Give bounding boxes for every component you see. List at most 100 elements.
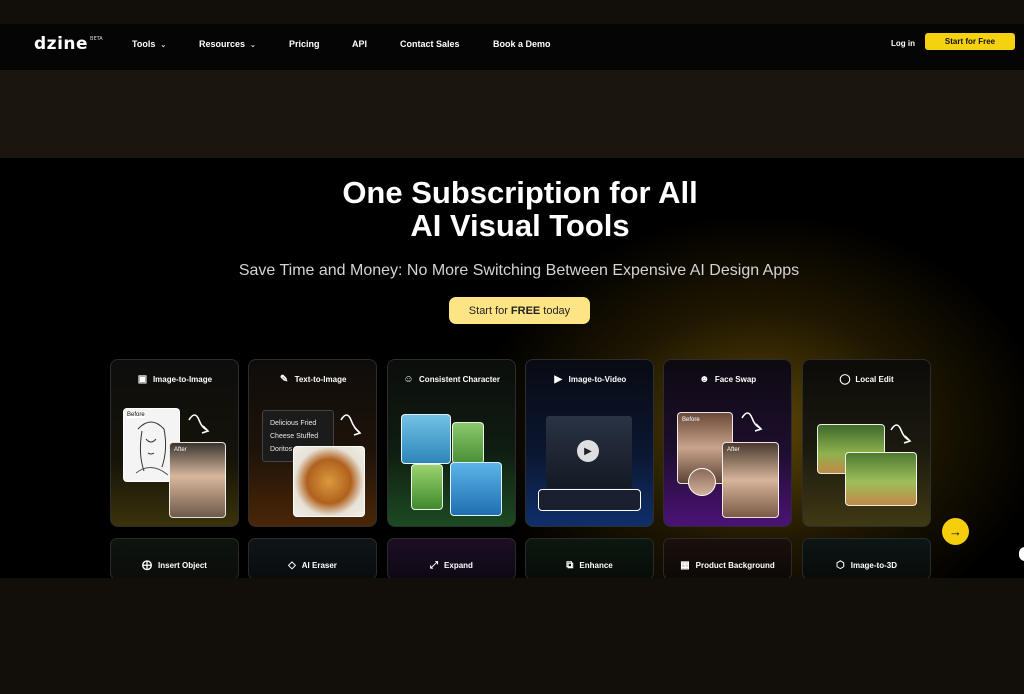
face-icon: ☻ [699, 374, 710, 385]
hero-title-line2: AI Visual Tools [410, 208, 630, 243]
product-background-icon: ▦ [680, 560, 690, 571]
tool-title: Product Background [695, 561, 775, 570]
before-tag: Before [682, 417, 700, 423]
hero-title: One Subscription for All AI Visual Tools [0, 176, 1024, 242]
eraser-icon: ◇ [288, 560, 296, 571]
tool-ai-eraser-label: ◇ AI Eraser [288, 552, 337, 579]
insert-object-icon: ⨁ [142, 560, 153, 571]
nav-tools[interactable]: Tools ⌄ [132, 39, 166, 49]
dzine-logo[interactable]: dzine BETA [34, 34, 103, 54]
chevron-down-icon: ⌄ [160, 42, 167, 49]
video-frame: ▶ [546, 416, 632, 488]
login-link[interactable]: Log in [891, 39, 915, 48]
prompt-line: Cheese Stuffed [270, 433, 319, 440]
bottom-band [0, 578, 1024, 694]
nav-resources-label: Resources [199, 39, 246, 49]
cta-prefix: Start for [468, 304, 508, 317]
after-face-image: After [722, 442, 779, 518]
nav-resources[interactable]: Resources ⌄ [199, 39, 256, 49]
tool-image-to-3d-label: ⬡ Image-to-3D [836, 552, 897, 579]
cta-suffix: today [543, 304, 571, 317]
text-icon: ✎ [279, 374, 289, 385]
source-face-avatar [688, 468, 716, 496]
card-text-to-image[interactable]: ✎ Text-to-Image Delicious Fried Cheese S… [248, 359, 377, 527]
card-title: Image-to-Video [568, 375, 627, 384]
video-timeline[interactable] [538, 489, 641, 511]
nav-api[interactable]: API [352, 39, 367, 49]
food-image [293, 446, 365, 517]
tool-title: Image-to-3D [850, 561, 897, 570]
card-label: ▶ Image-to-Video [526, 374, 653, 385]
top-nav: dzine BETA Tools ⌄ Resources ⌄ Pricing API … [0, 24, 1024, 70]
card-label: ◯ Local Edit [803, 374, 930, 385]
logo-text: dzine [34, 34, 89, 54]
next-arrow-button[interactable]: → [942, 518, 969, 545]
enhance-icon: ⧉ [566, 560, 574, 571]
character-photo-3 [411, 464, 443, 510]
nav-tools-label: Tools [132, 39, 156, 49]
tool-insert-object-label: ⨁ Insert Object [142, 552, 207, 579]
hero-title-line1: One Subscription for All [342, 175, 698, 210]
nav-pricing[interactable]: Pricing [289, 39, 320, 49]
tool-insert-object[interactable]: ⨁ Insert Object [110, 538, 239, 580]
tool-expand-label: ⤢ Expand [430, 552, 473, 579]
nav-book-demo[interactable]: Book a Demo [493, 39, 551, 49]
card-title: Text-to-Image [294, 375, 347, 384]
tool-enhance[interactable]: ⧉ Enhance [525, 538, 654, 580]
card-consistent-character[interactable]: ☺ Consistent Character [387, 359, 516, 527]
tool-title: AI Eraser [301, 561, 337, 570]
tool-product-background[interactable]: ▦ Product Background [663, 538, 792, 580]
before-tag: Before [127, 412, 145, 418]
upper-band [0, 70, 1024, 158]
tool-ai-eraser[interactable]: ◇ AI Eraser [248, 538, 377, 580]
card-image-to-video[interactable]: ▶ Image-to-Video ▶ [525, 359, 654, 527]
local-edit-icon: ◯ [839, 374, 851, 385]
arrow-icon [890, 424, 912, 444]
card-title: Local Edit [855, 375, 894, 384]
tool-title: Expand [444, 561, 473, 570]
dog-photo-after [845, 452, 917, 506]
logo-badge: BETA [90, 36, 103, 42]
character-icon: ☺ [403, 374, 414, 385]
cta-bold: FREE [510, 304, 541, 317]
after-tag: After [174, 447, 187, 453]
expand-icon: ⤢ [430, 560, 439, 571]
character-photo-1 [401, 414, 451, 464]
prompt-line: Delicious Fried [270, 420, 317, 427]
start-for-free-button[interactable]: Start for Free [925, 33, 1015, 50]
arrow-icon [340, 414, 362, 436]
card-face-swap[interactable]: ☻ Face Swap Before After [663, 359, 792, 527]
after-tag: After [727, 447, 740, 453]
tool-expand[interactable]: ⤢ Expand [387, 538, 516, 580]
card-label: ☺ Consistent Character [388, 374, 515, 385]
tool-title: Enhance [579, 561, 613, 570]
after-image: After [169, 442, 226, 518]
card-label: ▣ Image-to-Image [111, 374, 238, 385]
image-icon: ▣ [137, 374, 148, 385]
cube-icon: ⬡ [836, 560, 845, 571]
side-scroll-handle[interactable] [1019, 547, 1024, 561]
card-title: Image-to-Image [152, 375, 213, 384]
card-title: Face Swap [714, 375, 757, 384]
tool-enhance-label: ⧉ Enhance [566, 552, 612, 579]
card-label: ✎ Text-to-Image [249, 374, 376, 385]
nav-contact-sales[interactable]: Contact Sales [400, 39, 460, 49]
top-band [0, 0, 1024, 24]
start-free-today-button[interactable]: Start for FREE today [449, 297, 590, 324]
card-image-to-image[interactable]: ▣ Image-to-Image Before After [110, 359, 239, 527]
character-photo-2 [452, 422, 484, 464]
tool-product-background-label: ▦ Product Background [680, 552, 775, 579]
card-local-edit[interactable]: ◯ Local Edit [802, 359, 931, 527]
chevron-down-icon: ⌄ [250, 42, 256, 49]
arrow-right-icon: → [949, 524, 962, 539]
video-icon: ▶ [554, 374, 563, 385]
arrow-icon [188, 414, 210, 434]
play-icon[interactable]: ▶ [577, 440, 599, 462]
arrow-icon [741, 412, 763, 432]
character-photo-4 [450, 462, 502, 516]
card-label: ☻ Face Swap [664, 374, 791, 385]
card-title: Consistent Character [419, 375, 500, 384]
tool-image-to-3d[interactable]: ⬡ Image-to-3D [802, 538, 931, 580]
hero-subtitle: Save Time and Money: No More Switching B… [238, 262, 800, 279]
tool-title: Insert Object [158, 561, 207, 570]
